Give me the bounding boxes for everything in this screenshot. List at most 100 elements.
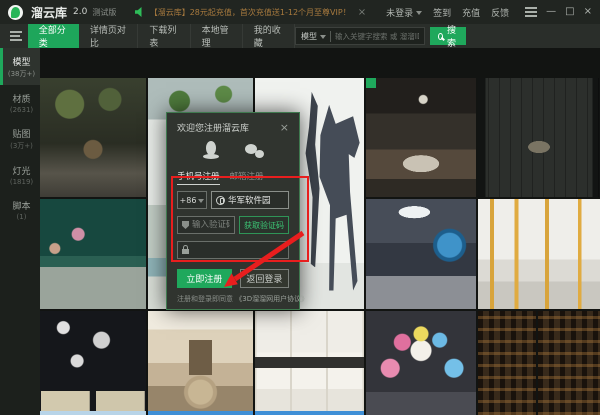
dialog-close-icon[interactable]: ×	[280, 122, 289, 133]
tab-local-manage[interactable]: 本地管理	[191, 24, 243, 48]
window-controls: — □ ×	[525, 7, 592, 17]
thumb-wine-cabinet-1[interactable]	[478, 311, 536, 415]
sidebar-item-scripts[interactable]: 脚本 (1)	[0, 192, 40, 227]
announcement-bar: 【溜云库】28元起充值，首次充值送1-12个月至尊VIP！ ×	[135, 7, 366, 18]
main-menu-icon[interactable]	[525, 11, 537, 13]
search-category-dropdown[interactable]: 模型	[301, 31, 326, 42]
tab-my-favorites[interactable]: 我的收藏	[243, 24, 295, 48]
sidebar-label: 脚本	[3, 199, 40, 212]
thumb-grab-bars[interactable]	[478, 199, 600, 309]
main-nav: 全部分类 详情页对比 下载列表 本地管理 我的收藏 模型 搜索	[0, 24, 600, 48]
thumb-screen-bonsai[interactable]	[478, 78, 600, 197]
thumb-wine-cabinet-2[interactable]	[538, 311, 600, 415]
get-captcha-button[interactable]: 获取验证码	[239, 216, 289, 234]
shield-icon	[182, 221, 189, 229]
app-logo-icon	[8, 5, 23, 20]
sidebar-label: 灯光	[3, 164, 40, 177]
phone-input[interactable]	[228, 195, 284, 205]
register-dialog: 欢迎您注册溜云库 × 手机号注册 邮箱注册 +86 获	[166, 112, 300, 310]
recharge-link[interactable]: 充值	[462, 6, 480, 19]
sidebar-count: (1819)	[3, 178, 40, 186]
search-input[interactable]	[335, 32, 419, 41]
password-input[interactable]	[192, 245, 284, 255]
sidebar-count: (2631)	[3, 106, 40, 114]
thumb-treehouse[interactable]	[40, 78, 146, 197]
tab-email-register[interactable]: 邮箱注册	[230, 170, 264, 182]
search-button[interactable]: 搜索	[430, 27, 466, 45]
wechat-icon[interactable]	[245, 143, 264, 159]
search-category-label: 模型	[301, 31, 317, 42]
search-icon	[438, 33, 443, 40]
phone-input-box	[211, 191, 289, 209]
speaker-icon	[135, 7, 145, 17]
chevron-down-icon	[416, 11, 422, 18]
thumb-bedroom[interactable]	[366, 78, 476, 197]
login-status-dropdown[interactable]: 未登录	[386, 6, 422, 19]
thumb-chinese-partition[interactable]	[40, 311, 146, 415]
register-tabs: 手机号注册 邮箱注册	[177, 170, 289, 183]
app-window: 溜云库 2.0 测试版 【溜云库】28元起充值，首次充值送1-12个月至尊VIP…	[0, 0, 600, 415]
agreement-prefix: 注册和登录即同意	[177, 295, 233, 303]
app-name: 溜云库	[31, 4, 67, 21]
qq-icon[interactable]	[203, 141, 219, 160]
chevron-down-icon	[198, 199, 204, 206]
password-row	[177, 241, 289, 259]
dialog-buttons: 立即注册 返回登录	[177, 269, 289, 288]
minimize-button[interactable]: —	[546, 7, 556, 17]
tab-detail-compare[interactable]: 详情页对比	[79, 24, 138, 48]
agreement-note: 注册和登录即同意 《3D溜溜网用户协议》	[177, 294, 289, 304]
sidebar-item-models[interactable]: 模型 (38万+)	[0, 48, 40, 85]
sidebar: 模型 (38万+) 材质 (2631) 贴图 (3万+) 灯光 (1819) 脚…	[0, 48, 40, 415]
model-grid	[40, 48, 600, 415]
password-input-box	[177, 241, 289, 259]
thumb-white-cabinet[interactable]	[255, 311, 364, 415]
social-login-row	[177, 141, 289, 160]
sidebar-count: (3万+)	[3, 141, 40, 151]
hamburger-icon[interactable]	[10, 35, 20, 37]
agreement-link[interactable]: 《3D溜溜网用户协议》	[235, 295, 308, 303]
titlebar: 溜云库 2.0 测试版 【溜云库】28元起充值，首次充值送1-12个月至尊VIP…	[0, 0, 600, 24]
phone-icon	[216, 196, 225, 205]
dialog-title: 欢迎您注册溜云库	[177, 121, 249, 134]
close-button[interactable]: ×	[584, 7, 592, 17]
thumb-dental-office[interactable]	[366, 199, 476, 309]
captcha-input-box	[177, 216, 235, 234]
maximize-button[interactable]: □	[565, 7, 574, 17]
user-menu: 未登录 签到 充值 反馈	[386, 6, 509, 19]
sidebar-count: (1)	[3, 213, 40, 221]
sidebar-label: 贴图	[3, 127, 40, 140]
tab-all-categories[interactable]: 全部分类	[28, 24, 79, 48]
back-to-login-button[interactable]: 返回登录	[240, 269, 289, 288]
register-now-button[interactable]: 立即注册	[177, 269, 232, 288]
divider	[330, 31, 331, 42]
lock-icon	[182, 249, 189, 254]
country-code-label: +86	[180, 196, 197, 205]
login-status-label: 未登录	[386, 6, 413, 19]
app-version: 2.0	[73, 7, 87, 17]
captcha-input[interactable]	[192, 220, 230, 230]
search-box: 模型	[295, 27, 425, 45]
sidebar-label: 材质	[3, 92, 40, 105]
country-code-dropdown[interactable]: +86	[177, 191, 207, 209]
announcement-text[interactable]: 【溜云库】28元起充值，首次充值送1-12个月至尊VIP！	[150, 7, 351, 18]
sidebar-item-materials[interactable]: 材质 (2631)	[0, 85, 40, 120]
announcement-close-icon[interactable]: ×	[358, 7, 366, 18]
tab-phone-register[interactable]: 手机号注册	[177, 170, 220, 185]
sidebar-item-lights[interactable]: 灯光 (1819)	[0, 157, 40, 192]
sidebar-count: (38万+)	[3, 69, 40, 79]
signin-link[interactable]: 签到	[433, 6, 451, 19]
thumb-beauty-salon[interactable]	[40, 199, 146, 309]
search-area: 模型 搜索	[295, 27, 466, 45]
sidebar-label: 模型	[3, 55, 40, 68]
dialog-header: 欢迎您注册溜云库 ×	[177, 121, 289, 133]
sidebar-item-textures[interactable]: 贴图 (3万+)	[0, 120, 40, 157]
tab-download-list[interactable]: 下载列表	[138, 24, 190, 48]
chevron-down-icon	[320, 35, 326, 42]
phone-row: +86	[177, 191, 289, 209]
captcha-row: 获取验证码	[177, 216, 289, 234]
feedback-link[interactable]: 反馈	[491, 6, 509, 19]
thumb-balloon-arch[interactable]	[366, 311, 476, 415]
app-edition: 测试版	[92, 7, 116, 18]
thumb-hallway[interactable]	[148, 311, 253, 415]
search-button-label: 搜索	[447, 23, 458, 49]
